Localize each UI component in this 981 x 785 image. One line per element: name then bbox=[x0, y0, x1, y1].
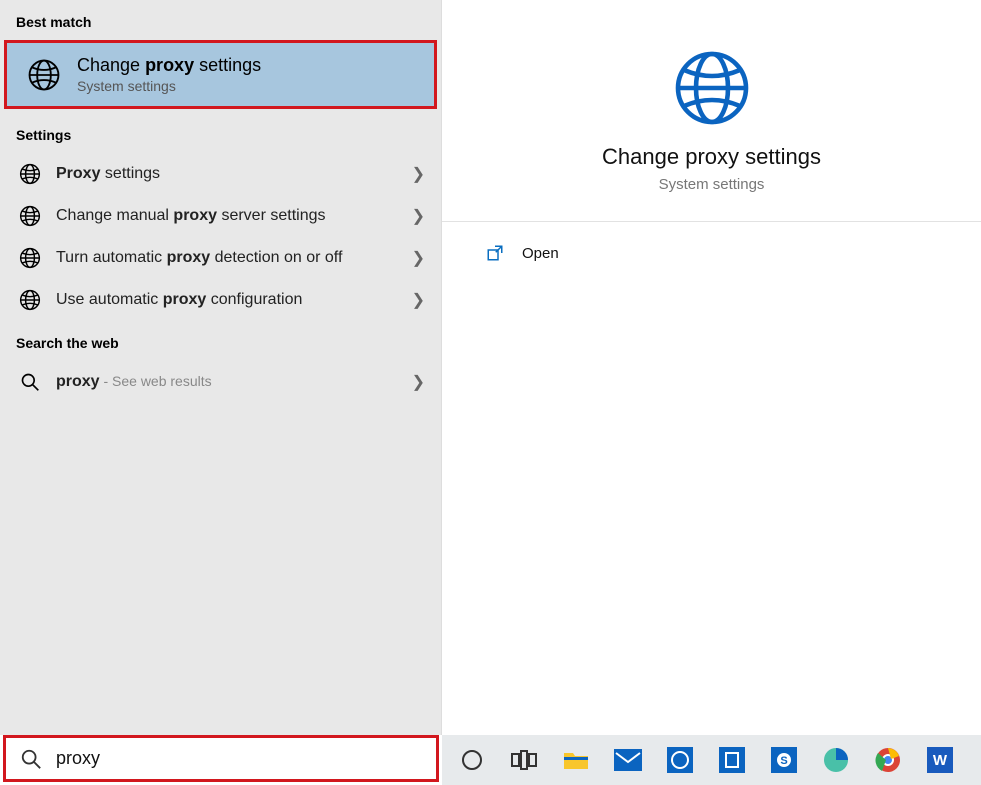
preview-title: Change proxy settings bbox=[602, 144, 821, 170]
taskbar-cortana-icon[interactable] bbox=[452, 740, 492, 780]
taskbar-mail-icon[interactable] bbox=[608, 740, 648, 780]
taskbar-chrome-icon[interactable] bbox=[868, 740, 908, 780]
taskbar-skype-icon[interactable]: S bbox=[764, 740, 804, 780]
search-bar[interactable] bbox=[3, 735, 439, 782]
best-match-title: Change proxy settings bbox=[77, 55, 261, 76]
search-icon bbox=[16, 372, 44, 392]
search-icon bbox=[6, 748, 56, 770]
web-result-item[interactable]: proxy - See web results ❯ bbox=[0, 361, 441, 403]
taskbar-file-explorer-icon[interactable] bbox=[556, 740, 596, 780]
search-input[interactable] bbox=[56, 748, 436, 769]
settings-item-proxy-settings[interactable]: Proxy settings ❯ bbox=[0, 153, 441, 195]
settings-item-label: Change manual proxy server settings bbox=[56, 205, 425, 227]
taskbar-app-icon[interactable] bbox=[712, 740, 752, 780]
globe-icon bbox=[23, 58, 65, 92]
globe-icon bbox=[16, 247, 44, 269]
globe-icon bbox=[672, 48, 752, 128]
globe-icon bbox=[16, 205, 44, 227]
best-match-result[interactable]: Change proxy settings System settings bbox=[4, 40, 437, 109]
settings-item-label: Turn automatic proxy detection on or off bbox=[56, 247, 425, 269]
search-results-panel: Best match Change proxy settings System … bbox=[0, 0, 442, 735]
taskbar: S W bbox=[442, 735, 981, 785]
best-match-header: Best match bbox=[0, 0, 441, 40]
preview-subtitle: System settings bbox=[659, 176, 765, 193]
taskbar-edge-icon[interactable] bbox=[816, 740, 856, 780]
chevron-right-icon: ❯ bbox=[412, 164, 425, 184]
taskbar-word-icon[interactable]: W bbox=[920, 740, 960, 780]
settings-item-label: Use automatic proxy configuration bbox=[56, 289, 425, 311]
settings-item-auto-config[interactable]: Use automatic proxy configuration ❯ bbox=[0, 279, 441, 321]
chevron-right-icon: ❯ bbox=[412, 206, 425, 226]
open-icon bbox=[482, 244, 508, 262]
taskbar-dell-icon[interactable] bbox=[660, 740, 700, 780]
settings-item-auto-detection[interactable]: Turn automatic proxy detection on or off… bbox=[0, 237, 441, 279]
chevron-right-icon: ❯ bbox=[412, 248, 425, 268]
web-result-label: proxy - See web results bbox=[56, 371, 425, 393]
globe-icon bbox=[16, 289, 44, 311]
best-match-subtitle: System settings bbox=[77, 78, 261, 94]
chevron-right-icon: ❯ bbox=[412, 372, 425, 392]
settings-item-label: Proxy settings bbox=[56, 163, 425, 185]
svg-text:W: W bbox=[933, 752, 948, 769]
taskbar-taskview-icon[interactable] bbox=[504, 740, 544, 780]
open-label: Open bbox=[522, 245, 559, 262]
preview-panel: Change proxy settings System settings Op… bbox=[442, 0, 981, 735]
open-action[interactable]: Open bbox=[442, 222, 981, 284]
svg-text:S: S bbox=[780, 755, 787, 767]
web-header: Search the web bbox=[0, 321, 441, 361]
settings-item-manual-proxy[interactable]: Change manual proxy server settings ❯ bbox=[0, 195, 441, 237]
globe-icon bbox=[16, 163, 44, 185]
settings-header: Settings bbox=[0, 113, 441, 153]
chevron-right-icon: ❯ bbox=[412, 290, 425, 310]
